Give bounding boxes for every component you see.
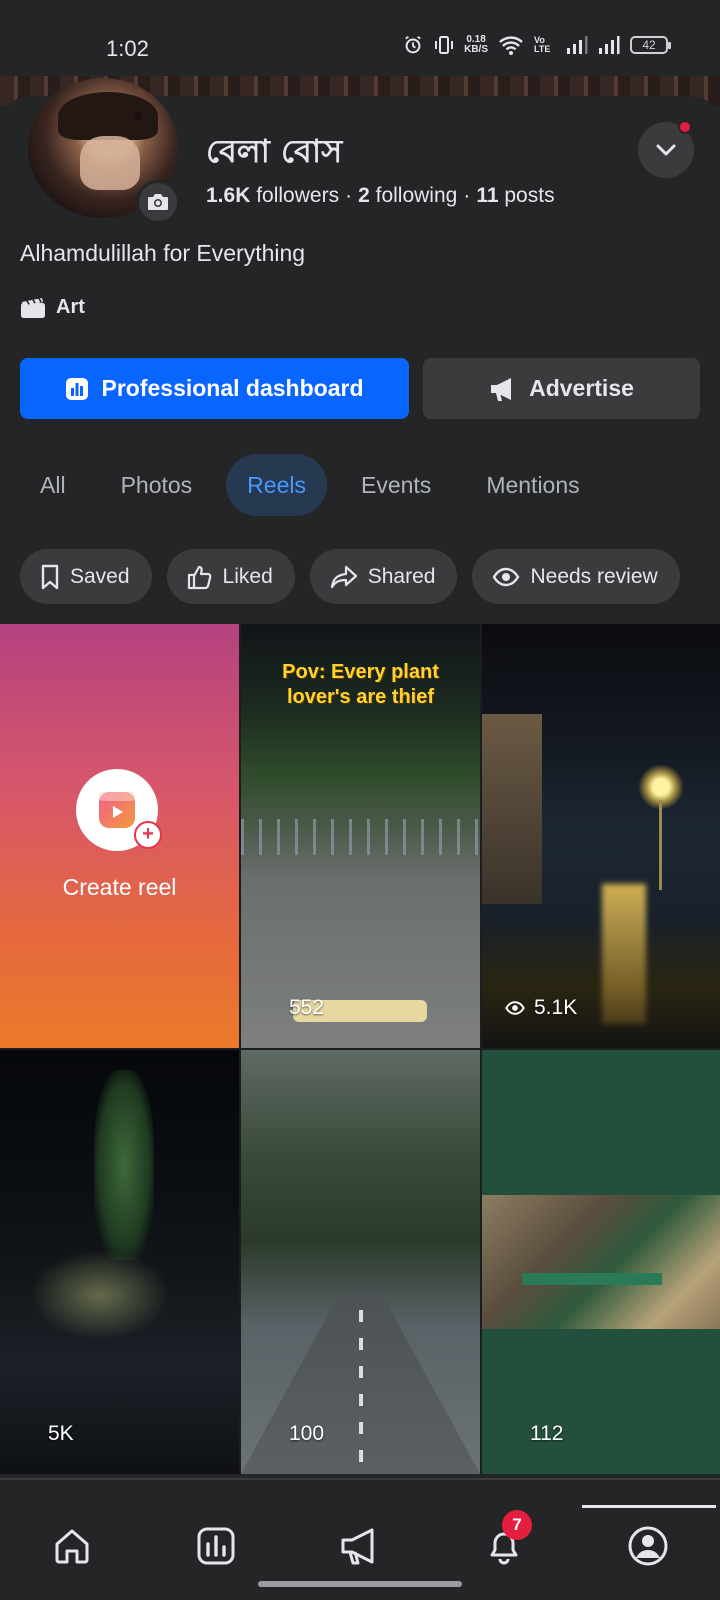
profile-name: বেলা বোস xyxy=(206,132,343,170)
tab-reels[interactable]: Reels xyxy=(226,454,327,516)
needs-review-label: Needs review xyxy=(530,564,658,588)
nav-ads[interactable] xyxy=(330,1516,390,1576)
reel-thumbnail[interactable]: 5K xyxy=(0,1050,239,1474)
signal-icon-1 xyxy=(567,36,588,54)
thumbs-up-icon xyxy=(187,565,211,589)
home-indicator[interactable] xyxy=(258,1581,462,1587)
dashboard-icon xyxy=(197,1527,235,1565)
filter-chips: Saved Liked Shared Needs review xyxy=(20,549,680,604)
status-bar: 1:02 0.18 KB/S Vo LTE 42 xyxy=(0,0,720,76)
dashboard-icon xyxy=(66,377,89,400)
shared-filter-chip[interactable]: Shared xyxy=(309,549,458,604)
liked-label: Liked xyxy=(222,564,273,588)
profile-stats: 1.6K followers · 2 following · 11 posts xyxy=(206,184,555,207)
nav-notifications[interactable]: 7 xyxy=(474,1510,534,1576)
status-time: 1:02 xyxy=(106,36,149,61)
posts-link[interactable]: 11 posts xyxy=(476,184,554,207)
nav-profile[interactable] xyxy=(618,1516,678,1576)
create-reel-label: Create reel xyxy=(62,874,177,900)
wifi-icon xyxy=(499,36,523,55)
nav-divider xyxy=(0,1478,720,1480)
megaphone-icon xyxy=(341,1528,374,1565)
alarm-icon xyxy=(405,35,421,54)
eye-icon xyxy=(505,1001,525,1015)
reel-thumbnail[interactable]: 100 xyxy=(241,1050,480,1474)
profile-icon xyxy=(628,1526,668,1566)
reel-caption: Pov: Every plant lover's are thief xyxy=(282,661,439,708)
bookmark-icon xyxy=(41,564,59,589)
eye-icon xyxy=(493,567,520,586)
nav-dashboard[interactable] xyxy=(186,1516,246,1576)
share-icon xyxy=(330,565,357,588)
camera-icon xyxy=(148,194,168,210)
reels-grid: + Create reel Pov: Every plant lover's a… xyxy=(0,624,720,1474)
notification-dot xyxy=(678,120,692,134)
volte-indicator: Vo LTE xyxy=(534,35,551,54)
tab-events[interactable]: Events xyxy=(340,454,452,516)
professional-dashboard-button[interactable]: Professional dashboard xyxy=(20,358,409,419)
followers-link[interactable]: 1.6K followers xyxy=(206,184,339,207)
create-reel-tile[interactable]: + Create reel xyxy=(0,624,239,1048)
reel-count: 112 xyxy=(530,1422,564,1445)
signal-icon-2 xyxy=(599,36,620,54)
chevron-down-icon xyxy=(656,144,676,156)
reel-count: 552 xyxy=(289,996,325,1019)
clapperboard-icon xyxy=(21,297,45,318)
plus-icon: + xyxy=(134,821,162,849)
reel-thumbnail[interactable]: 5.1K xyxy=(482,624,720,1048)
reel-count: 100 xyxy=(289,1422,325,1445)
advertise-button[interactable]: Advertise xyxy=(423,358,700,419)
reel-thumbnail[interactable]: Pov: Every plant lover's are thief 552 xyxy=(241,624,480,1048)
reel-count: 5K xyxy=(48,1422,74,1445)
tab-mentions[interactable]: Mentions xyxy=(465,454,600,516)
content-tabs: All Photos Reels Events Mentions xyxy=(20,454,614,516)
vibrate-icon xyxy=(435,36,454,54)
reel-thumbnail[interactable]: 112 xyxy=(482,1050,720,1474)
professional-dashboard-label: Professional dashboard xyxy=(101,375,364,401)
liked-filter-chip[interactable]: Liked xyxy=(166,549,295,604)
category-label: Art xyxy=(56,296,85,318)
saved-label: Saved xyxy=(70,564,130,588)
profile-category: Art xyxy=(20,296,85,319)
change-photo-button[interactable] xyxy=(136,180,180,224)
reel-count: 5.1K xyxy=(504,996,577,1020)
needs-review-filter-chip[interactable]: Needs review xyxy=(472,549,680,604)
network-speed: 0.18 KB/S xyxy=(464,34,488,55)
home-icon xyxy=(55,1529,89,1564)
saved-filter-chip[interactable]: Saved xyxy=(20,549,152,604)
tab-all[interactable]: All xyxy=(20,454,87,516)
profile-bio: Alhamdulillah for Everything xyxy=(20,240,306,266)
advertise-label: Advertise xyxy=(529,375,634,401)
battery-indicator: 42 xyxy=(630,36,671,54)
following-link[interactable]: 2 following xyxy=(358,184,457,207)
megaphone-icon xyxy=(491,377,512,401)
status-icons: 0.18 KB/S Vo LTE 42 xyxy=(402,34,671,56)
shared-label: Shared xyxy=(367,564,436,588)
nav-home[interactable] xyxy=(42,1516,102,1576)
tab-photos[interactable]: Photos xyxy=(100,454,214,516)
notification-count-badge: 7 xyxy=(502,1510,532,1540)
